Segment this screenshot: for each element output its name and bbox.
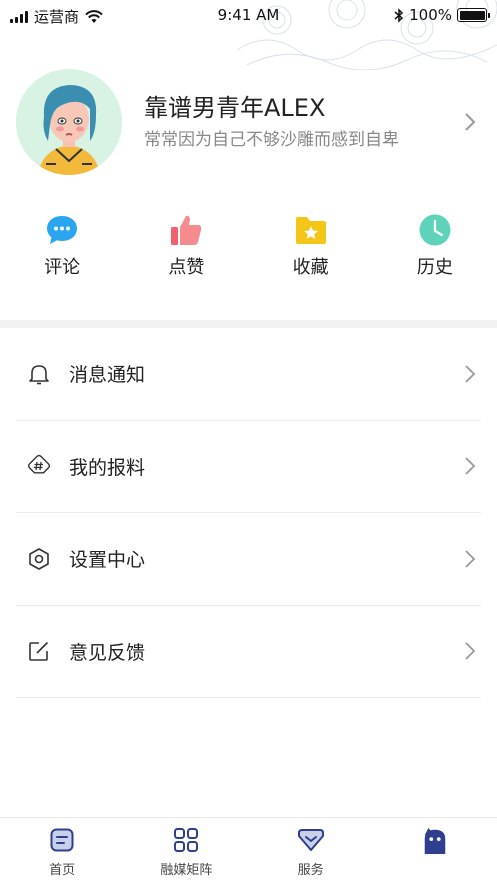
- action-label: 收藏: [292, 257, 329, 278]
- tab-label: 服务: [297, 863, 324, 878]
- chevron-right-icon: [465, 365, 476, 383]
- menu-item-feedback[interactable]: 意见反馈: [16, 606, 481, 698]
- thumbs-up-icon: [168, 212, 204, 248]
- menu-item-notifications[interactable]: 消息通知: [16, 328, 481, 421]
- tab-label: 首页: [49, 863, 76, 878]
- battery-icon: [457, 8, 490, 22]
- clock-icon: [417, 212, 453, 248]
- tab-media-matrix[interactable]: 融媒矩阵: [124, 818, 248, 883]
- action-label: 历史: [416, 257, 453, 278]
- chevron-right-icon: [465, 457, 476, 475]
- settings-menu: 消息通知 我的报料 设置中心 意见反馈: [16, 328, 481, 698]
- chevron-right-icon[interactable]: [463, 111, 477, 133]
- action-label: 点赞: [168, 257, 205, 278]
- action-label: 评论: [44, 257, 81, 278]
- tab-label: 融媒矩阵: [160, 863, 213, 878]
- menu-label: 意见反馈: [69, 641, 146, 664]
- grid-icon: [172, 826, 200, 854]
- action-comment[interactable]: 评论: [0, 212, 124, 280]
- profile-name: 靠谱男青年ALEX: [144, 94, 326, 122]
- settings-hexagon-icon: [26, 546, 52, 572]
- diamond-icon: [297, 826, 325, 854]
- edit-icon: [26, 638, 52, 664]
- mascot-icon: [421, 826, 449, 854]
- hashtag-icon: [26, 453, 52, 479]
- menu-item-my-reports[interactable]: 我的报料: [16, 421, 481, 513]
- chevron-right-icon: [465, 550, 476, 568]
- home-doc-icon: [48, 826, 76, 854]
- folder-star-icon: [293, 212, 329, 248]
- comment-bubble-icon: [44, 212, 80, 248]
- profile-card[interactable]: 靠谱男青年ALEX 常常因为自己不够沙雕而感到自卑: [16, 68, 481, 176]
- tab-service[interactable]: 服务: [249, 818, 373, 883]
- tab-home[interactable]: 首页: [0, 818, 124, 883]
- menu-label: 消息通知: [69, 364, 146, 387]
- tab-mine[interactable]: [373, 818, 497, 883]
- menu-item-settings[interactable]: 设置中心: [16, 513, 481, 606]
- section-divider: [0, 320, 497, 328]
- menu-label: 设置中心: [69, 549, 146, 572]
- quick-actions: 评论 点赞 收藏 历史: [0, 212, 497, 280]
- action-like[interactable]: 点赞: [124, 212, 248, 280]
- menu-label: 我的报料: [69, 456, 146, 479]
- bell-icon: [26, 361, 52, 387]
- chevron-right-icon: [465, 642, 476, 660]
- battery-percent: 100%: [409, 6, 452, 24]
- action-history[interactable]: 历史: [373, 212, 497, 280]
- avatar[interactable]: [16, 69, 122, 175]
- profile-bio: 常常因为自己不够沙雕而感到自卑: [144, 130, 399, 150]
- tab-bar: 首页 融媒矩阵 服务: [0, 817, 497, 883]
- action-favorite[interactable]: 收藏: [249, 212, 373, 280]
- status-bar: 运营商 9:41 AM 100%: [0, 0, 497, 70]
- bluetooth-icon: [394, 7, 404, 23]
